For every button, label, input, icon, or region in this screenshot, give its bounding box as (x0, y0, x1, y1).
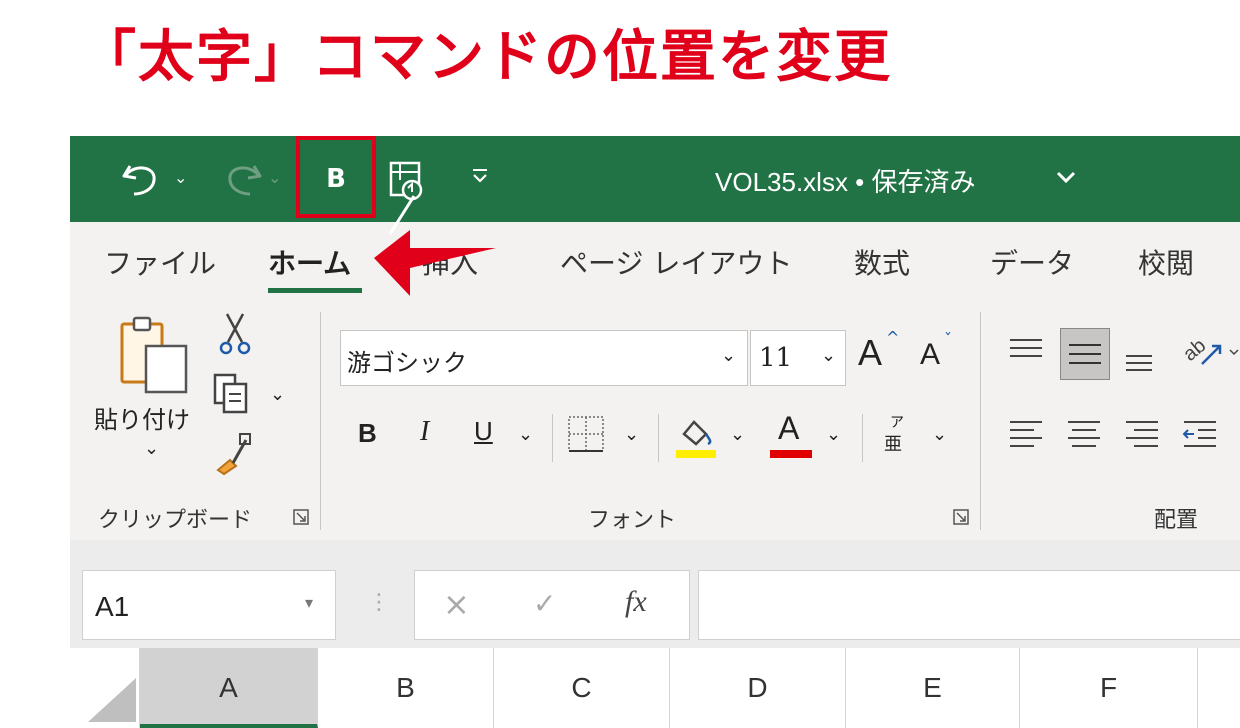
font-group-label: フォント (588, 508, 677, 533)
grow-font-button[interactable]: A ^ (856, 328, 912, 382)
font-separator (552, 414, 553, 462)
copy-icon[interactable] (212, 372, 252, 420)
grow-font-icon: ^ (886, 328, 900, 347)
font-size-dropdown-icon[interactable]: ⌄ (821, 345, 836, 366)
bold-quick-access-button[interactable]: B (296, 136, 376, 218)
font-name-dropdown-icon[interactable]: ⌄ (721, 345, 736, 366)
phonetic-bottom: 亜 (884, 434, 902, 455)
undo-dropdown-icon[interactable]: ⌄ (174, 168, 187, 187)
underline-dropdown-icon[interactable]: ⌄ (518, 424, 533, 445)
customize-qat-icon[interactable] (470, 166, 490, 190)
chevron-down-icon[interactable] (1055, 170, 1077, 190)
formula-input[interactable] (698, 570, 1240, 640)
borders-icon[interactable] (566, 414, 606, 460)
underline-button[interactable]: U (474, 416, 493, 447)
font-launcher-icon[interactable] (952, 508, 970, 530)
title-bar: ⌄ ⌄ B VOL35.xlsx • 保存済み (70, 136, 1240, 222)
tab-data[interactable]: データ (990, 242, 1074, 282)
document-title[interactable]: VOL35.xlsx • 保存済み (715, 162, 976, 199)
align-top-icon[interactable] (1006, 332, 1046, 376)
enter-icon[interactable]: ✓ (533, 587, 556, 620)
tab-formulas[interactable]: 数式 (854, 242, 910, 282)
italic-button[interactable]: I (420, 416, 429, 448)
shrink-font-icon: ˇ (944, 330, 952, 349)
align-bottom-icon[interactable] (1122, 338, 1156, 382)
align-left-icon[interactable] (1006, 414, 1046, 458)
column-header-f[interactable]: F (1020, 648, 1198, 728)
clipboard-launcher-icon[interactable] (292, 508, 310, 530)
tab-home[interactable]: ホーム (268, 242, 351, 282)
fill-color-dropdown-icon[interactable]: ⌄ (730, 424, 745, 445)
font-separator (862, 414, 863, 462)
align-right-icon[interactable] (1122, 414, 1162, 458)
phonetic-top: ア (890, 415, 904, 431)
font-color-button[interactable]: A (770, 410, 814, 460)
column-header-c[interactable]: C (494, 648, 670, 728)
redo-icon (218, 160, 264, 204)
font-color-swatch (770, 450, 812, 458)
clipboard-group-label: クリップボード (98, 508, 253, 533)
align-middle-button[interactable] (1060, 328, 1110, 380)
column-header-row: A B C D E F (70, 648, 1240, 728)
cut-icon[interactable] (218, 312, 252, 360)
grow-font-letter: A (858, 332, 883, 373)
callout-line (384, 194, 424, 248)
bold-button[interactable]: B (358, 418, 377, 449)
formula-bar-area: A1 ▾ ⋮ × ✓ fx (70, 540, 1240, 648)
name-box-value: A1 (95, 591, 130, 622)
phonetic-guide-button[interactable]: ア 亜 (882, 412, 912, 462)
bold-label: B (326, 164, 346, 194)
font-name-combobox[interactable]: 游ゴシック ⌄ (340, 330, 748, 386)
font-size-value: 11 (759, 343, 793, 373)
borders-dropdown-icon[interactable]: ⌄ (624, 424, 639, 445)
name-box-dropdown-icon[interactable]: ▾ (305, 593, 313, 612)
group-separator (320, 312, 321, 530)
group-separator (980, 312, 981, 530)
format-painter-icon[interactable] (212, 432, 252, 480)
fill-color-icon[interactable] (674, 412, 718, 464)
copy-dropdown-icon[interactable]: ⌄ (270, 384, 285, 405)
cancel-icon[interactable]: × (443, 585, 470, 623)
paste-dropdown-icon[interactable]: ⌄ (144, 438, 159, 459)
tab-file[interactable]: ファイル (104, 242, 216, 282)
column-header-d[interactable]: D (670, 648, 846, 728)
redo-dropdown-icon: ⌄ (268, 168, 282, 187)
decrease-indent-icon[interactable] (1180, 414, 1220, 458)
undo-icon[interactable] (120, 160, 166, 204)
column-header-a[interactable]: A (140, 648, 318, 728)
tab-page-layout[interactable]: ページ レイアウト (560, 242, 792, 282)
alignment-group-label: 配置 (1154, 508, 1199, 533)
font-color-dropdown-icon[interactable]: ⌄ (826, 424, 841, 445)
formula-buttons: × ✓ fx (414, 570, 690, 640)
shrink-font-letter: A (920, 338, 941, 371)
font-size-combobox[interactable]: 11 ⌄ (750, 330, 846, 386)
ribbon-tabs: ファイル ホーム 挿入 ページ レイアウト 数式 データ 校閲 (70, 222, 1240, 302)
insert-function-icon[interactable]: fx (625, 585, 647, 619)
active-tab-indicator (268, 288, 362, 293)
paste-icon[interactable] (114, 316, 194, 404)
ribbon-home: 貼り付け ⌄ ⌄ クリップボード 游ゴシック ⌄ 11 ⌄ A ^ A ˇ B … (70, 302, 1240, 540)
font-color-letter: A (778, 410, 800, 446)
column-header-b[interactable]: B (318, 648, 494, 728)
excel-window: ⌄ ⌄ B VOL35.xlsx • 保存済み ファイル ホーム 挿入 ページ … (70, 136, 1240, 728)
headline: 「太字」コマンドの位置を変更 (80, 25, 892, 90)
font-separator (658, 414, 659, 462)
align-center-icon[interactable] (1064, 414, 1104, 458)
select-all-button[interactable] (70, 648, 140, 728)
font-name-value: 游ゴシック (347, 349, 467, 377)
phonetic-dropdown-icon[interactable]: ⌄ (932, 424, 947, 445)
shrink-font-button[interactable]: A ˇ (916, 330, 972, 382)
column-header-e[interactable]: E (846, 648, 1020, 728)
name-box[interactable]: A1 ▾ (82, 570, 336, 640)
orientation-icon[interactable]: ab (1179, 330, 1240, 378)
paste-label[interactable]: 貼り付け (94, 400, 190, 435)
formula-bar-grip[interactable]: ⋮ (368, 590, 390, 615)
tab-review[interactable]: 校閲 (1138, 242, 1194, 282)
